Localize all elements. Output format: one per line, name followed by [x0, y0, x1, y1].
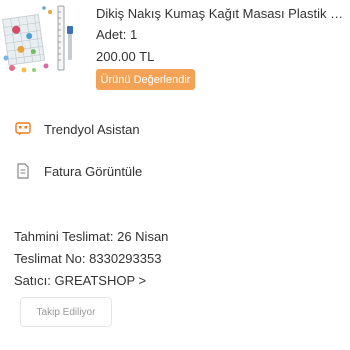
- seller-key: Satıcı:: [14, 273, 51, 288]
- estimated-delivery-key: Tahmini Teslimat:: [14, 229, 114, 244]
- view-invoice-row[interactable]: Fatura Görüntüle: [0, 156, 350, 186]
- order-product: Dikiş Nakış Kumaş Kağıt Masası Plastik K…: [0, 0, 350, 100]
- product-image-graphic: [0, 2, 82, 74]
- view-invoice-label: Fatura Görüntüle: [44, 163, 143, 179]
- trendyol-assistant-label: Trendyol Asistan: [44, 121, 140, 137]
- shipping-info: Tahmini Teslimat: 26 Nisan Teslimat No: …: [14, 226, 344, 292]
- chat-robot-icon: [14, 120, 32, 138]
- following-button[interactable]: Takip Ediliyor: [20, 297, 112, 327]
- delivery-number-line: Teslimat No: 8330293353: [14, 248, 344, 270]
- review-product-button[interactable]: Ürünü Değerlendir: [96, 69, 195, 90]
- trendyol-assistant-row[interactable]: Trendyol Asistan: [0, 114, 350, 144]
- estimated-delivery-line: Tahmini Teslimat: 26 Nisan: [14, 226, 344, 248]
- product-title[interactable]: Dikiş Nakış Kumaş Kağıt Masası Plastik K…: [96, 6, 346, 21]
- seller-line[interactable]: Satıcı: GREATSHOP >: [14, 270, 344, 292]
- product-quantity: Adet: 1: [96, 27, 138, 42]
- chevron-right-icon: >: [138, 273, 147, 288]
- seller-name-link[interactable]: GREATSHOP: [54, 273, 134, 288]
- delivery-number-key: Teslimat No:: [14, 251, 86, 266]
- estimated-delivery-value: 26 Nisan: [117, 229, 169, 244]
- document-icon: [14, 162, 32, 180]
- product-image[interactable]: [0, 2, 82, 74]
- product-price: 200.00 TL: [96, 49, 155, 64]
- delivery-number-value: 8330293353: [89, 251, 162, 266]
